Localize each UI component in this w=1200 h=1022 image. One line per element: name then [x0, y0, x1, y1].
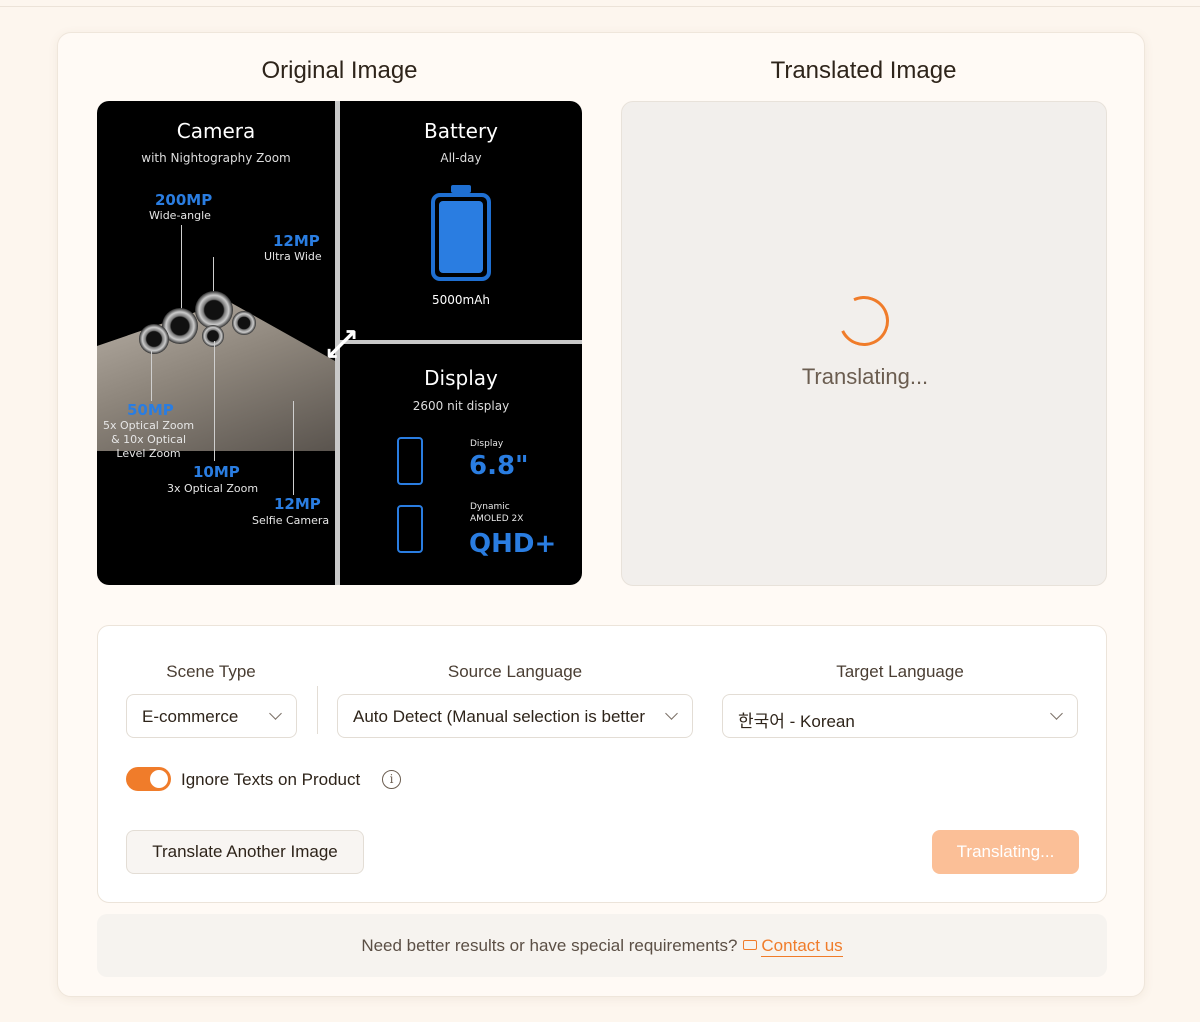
spec-label: Wide-angle — [149, 209, 211, 222]
camera-lens — [232, 311, 256, 335]
spec-label: 3x Optical Zoom — [167, 482, 259, 495]
spec-label: Ultra Wide — [264, 250, 322, 263]
display-size-value: 6.8" — [469, 451, 529, 481]
top-divider — [0, 6, 1200, 7]
callout-line — [214, 341, 215, 461]
battery-subtitle: All-day — [440, 151, 482, 165]
spec-label: 5x Optical Zoom & 10x Optical Level Zoom — [103, 419, 195, 460]
spec-value: 200MP — [155, 191, 213, 209]
display-subtitle: 2600 nit display — [412, 399, 510, 413]
phone-screen-icon — [397, 505, 423, 553]
ignore-texts-toggle[interactable] — [126, 767, 171, 791]
display-size-label: Display — [470, 439, 504, 449]
phone-size-icon — [397, 437, 423, 485]
camera-lens — [195, 291, 233, 329]
spec-value: 50MP — [127, 401, 174, 419]
translate-another-button[interactable]: Translate Another Image — [126, 830, 364, 874]
spec-value: 12MP — [274, 495, 321, 513]
source-language-select[interactable]: Auto Detect (Manual selection is better — [337, 694, 693, 738]
target-language-value: 한국어 - Korean — [738, 712, 855, 731]
target-language-label: Target Language — [836, 662, 964, 681]
spec-label: Selfie Camera — [252, 514, 330, 527]
scene-type-select[interactable]: E-commerce — [126, 694, 297, 738]
select-separator — [317, 686, 318, 734]
target-language-select[interactable]: 한국어 - Korean — [722, 694, 1078, 738]
info-icon[interactable]: i — [382, 770, 401, 789]
scene-type-label: Scene Type — [166, 662, 256, 681]
battery-icon — [431, 185, 491, 281]
spec-value: 10MP — [193, 463, 240, 481]
callout-line — [151, 351, 152, 401]
camera-lens — [139, 324, 169, 354]
help-footer: Need better results or have special requ… — [97, 914, 1107, 977]
spec-value: 12MP — [273, 232, 320, 250]
battery-title: Battery — [423, 119, 499, 143]
original-image-title: Original Image — [261, 57, 418, 84]
scene-type-value: E-commerce — [142, 707, 239, 726]
loading-spinner-icon — [831, 288, 897, 354]
translating-button[interactable]: Translating... — [932, 830, 1079, 874]
camera-title: Camera — [176, 119, 256, 143]
camera-subtitle: with Nightography Zoom — [141, 151, 291, 165]
mail-icon — [743, 940, 758, 950]
translator-card: Original Image Translated Image Camera w… — [57, 32, 1145, 997]
source-language-label: Source Language — [447, 662, 583, 681]
original-image[interactable]: Camera with Nightography Zoom 200MP Wide… — [97, 101, 582, 585]
ignore-texts-label: Ignore Texts on Product — [181, 770, 361, 789]
display-title: Display — [424, 366, 498, 390]
footer-message: Need better results or have special requ… — [361, 936, 738, 955]
display-type-label: Dynamic AMOLED 2X — [470, 502, 524, 524]
source-language-value: Auto Detect (Manual selection is better — [353, 707, 645, 726]
chevron-down-icon — [1050, 707, 1063, 720]
translated-image-area: Translating... — [621, 101, 1107, 586]
display-type-value: QHD+ — [469, 529, 557, 559]
settings-panel: Scene Type Source Language Target Langua… — [97, 625, 1107, 903]
image-divider — [340, 340, 582, 344]
translating-status: Translating... — [801, 364, 929, 389]
battery-capacity: 5000mAh — [431, 293, 491, 307]
contact-us-link[interactable]: Contact us — [761, 936, 843, 957]
callout-line — [293, 401, 294, 495]
chevron-down-icon — [665, 707, 678, 720]
chevron-down-icon — [269, 707, 282, 720]
camera-lens — [202, 325, 224, 347]
translated-image-title: Translated Image — [770, 57, 957, 84]
